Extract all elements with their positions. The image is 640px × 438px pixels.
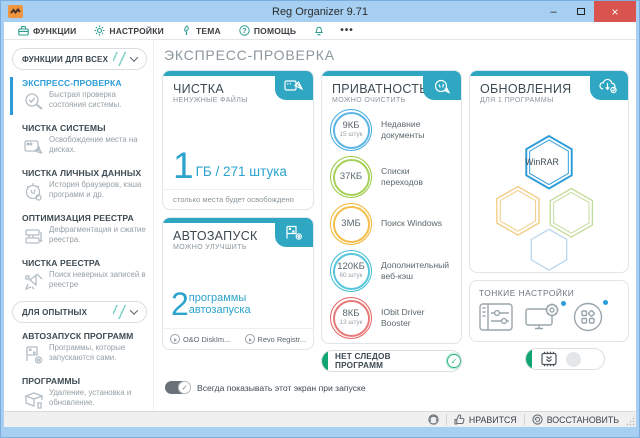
chevron-down-icon <box>130 53 138 61</box>
headset-icon <box>428 414 439 425</box>
menu-settings[interactable]: НАСТРОЙКИ <box>86 22 172 39</box>
menu-functions[interactable]: ФУНКЦИИ <box>10 22 84 39</box>
registry-cleanup-icon <box>22 269 45 293</box>
chevron-down-icon <box>130 306 138 314</box>
updates-card[interactable]: ОБНОВЛЕНИЯ ДЛЯ 1 ПРОГРАММЫ <box>469 70 629 273</box>
chip-download-icon <box>539 351 559 367</box>
updates-hexagons: WinRAR <box>470 104 628 272</box>
app-window: Reg Organizer 9.71 – × ФУНКЦИИ НАСТРОЙКИ… <box>0 0 640 438</box>
tweaks-card[interactable]: ТОНКИЕ НАСТРОЙКИ <box>469 280 629 342</box>
thumb-up-icon <box>454 414 465 425</box>
disabled-indicator <box>566 352 581 367</box>
help-icon: ? <box>239 25 250 36</box>
privacy-badge-icon <box>423 71 461 100</box>
driver-update-pill[interactable] <box>525 348 605 370</box>
privacy-item-windows-search[interactable]: 3МБ Поиск Windows <box>322 203 461 245</box>
updates-badge-icon <box>590 71 628 100</box>
programs-box-icon <box>22 387 45 411</box>
express-check-icon <box>22 89 45 113</box>
minimize-button[interactable]: – <box>540 1 567 22</box>
autorun-badge-icon <box>275 218 313 247</box>
tweak-system-gear-icon[interactable] <box>525 303 561 336</box>
privacy-ring: 37КБ <box>330 156 372 198</box>
system-cleanup-icon <box>22 134 45 158</box>
menu-bar: ФУНКЦИИ НАСТРОЙКИ ТЕМА ? ПОМОЩЬ ••• <box>4 22 636 40</box>
tweak-apps-icon[interactable] <box>573 302 603 337</box>
privacy-card[interactable]: ПРИВАТНОСТЬ МОЖНО ОЧИСТИТЬ 9КБ 15 штук Н… <box>321 70 462 344</box>
autorun-flag-icon <box>22 342 45 366</box>
sidebar-item-system-cleanup[interactable]: ЧИСТКА СИСТЕМЫ Освобождение места на дис… <box>10 121 149 161</box>
startup-toggle[interactable]: ✓ <box>165 381 191 394</box>
briefcase-icon <box>18 26 29 36</box>
notifications-bell[interactable] <box>306 22 332 39</box>
stripes-decoration <box>113 52 126 66</box>
privacy-ring: 3МБ <box>330 203 372 245</box>
cleanup-badge-icon <box>275 71 313 100</box>
privacy-item-iobit[interactable]: 8КБ 13 штук IObit Driver Booster <box>322 297 461 339</box>
like-button[interactable]: НРАВИТСЯ <box>447 412 524 427</box>
play-icon <box>170 334 180 344</box>
registry-optimize-icon <box>22 224 45 248</box>
cleanup-value: 1 ГБ / 271 штука <box>163 104 313 189</box>
resize-grip[interactable] <box>626 417 635 426</box>
page-title: ЭКСПРЕСС-ПРОВЕРКА <box>164 47 629 63</box>
menu-help[interactable]: ? ПОМОЩЬ <box>231 22 304 39</box>
maximize-icon <box>577 8 585 15</box>
sidebar-item-programs[interactable]: ПРОГРАММЫ Удаление, установка и обновлен… <box>10 374 149 411</box>
restore-icon <box>532 414 543 425</box>
notification-dot <box>603 300 608 305</box>
menu-theme[interactable]: ТЕМА <box>174 22 229 39</box>
tweak-sliders-icon[interactable] <box>479 303 513 336</box>
main-content: ЭКСПРЕСС-ПРОВЕРКА ЧИСТКА НЕНУЖНЫЕ ФАЙЛЫ … <box>154 40 636 411</box>
update-app-winrar[interactable]: WinRAR <box>470 157 614 167</box>
private-data-icon <box>22 179 45 203</box>
privacy-item-jump-lists[interactable]: 37КБ Списки переходов <box>322 156 461 198</box>
autorun-app-2[interactable]: Revo Registr... <box>245 334 306 344</box>
privacy-item-web-cache[interactable]: 120КБ 60 штук Дополнительный веб-кэш <box>322 250 461 292</box>
svg-text:?: ? <box>242 28 246 35</box>
gear-icon <box>94 25 105 36</box>
theme-brush-icon <box>182 25 192 36</box>
toggle-check-icon: ✓ <box>178 381 191 394</box>
privacy-item-recent-documents[interactable]: 9КБ 15 штук Недавние документы <box>322 109 461 151</box>
play-icon <box>245 334 255 344</box>
sidebar-group-advanced[interactable]: ДЛЯ ОПЫТНЫХ <box>12 301 147 323</box>
startup-toggle-label: Всегда показывать этот экран при запуске <box>197 383 366 393</box>
title-bar: Reg Organizer 9.71 – × <box>4 1 636 22</box>
close-button[interactable]: × <box>594 1 636 22</box>
maximize-button[interactable] <box>567 1 594 22</box>
sidebar-item-registry-optimize[interactable]: ОПТИМИЗАЦИЯ РЕЕСТРА Дефрагментация и сжа… <box>10 211 149 251</box>
sidebar-item-express-check[interactable]: ЭКСПРЕСС-ПРОВЕРКА Быстрая проверка состо… <box>10 76 149 116</box>
check-icon: ✓ <box>447 354 461 368</box>
autorun-value: 2 программы автозапуска <box>163 251 313 328</box>
privacy-ring: 8КБ 13 штук <box>330 297 372 339</box>
privacy-ring: 120КБ 60 штук <box>330 250 372 292</box>
stripes-decoration <box>113 305 126 319</box>
restore-button[interactable]: ВОССТАНОВИТЬ <box>525 412 626 427</box>
sidebar-item-autorun[interactable]: АВТОЗАПУСК ПРОГРАММ Программы, которые з… <box>10 329 149 369</box>
cleanup-footer: столько места будет освобождено <box>163 189 313 209</box>
sidebar-group-all[interactable]: ФУНКЦИИ ДЛЯ ВСЕХ <box>12 48 147 70</box>
bell-icon <box>314 25 324 36</box>
sidebar-item-registry-cleanup[interactable]: ЧИСТКА РЕЕСТРА Поиск неверных записей в … <box>10 256 149 296</box>
cleanup-card[interactable]: ЧИСТКА НЕНУЖНЫЕ ФАЙЛЫ 1 ГБ / 271 штука с… <box>162 70 314 210</box>
autorun-app-1[interactable]: O&O DiskIm... <box>170 334 230 344</box>
support-button[interactable] <box>421 412 446 427</box>
no-traces-pill[interactable]: НЕТ СЛЕДОВ ПРОГРАММ ✓ <box>321 350 462 372</box>
notification-dot <box>561 301 566 306</box>
menu-more[interactable]: ••• <box>334 25 360 36</box>
sidebar: ФУНКЦИИ ДЛЯ ВСЕХ ЭКСПРЕСС-ПРОВЕРКА Быстр… <box>4 40 154 411</box>
autorun-card[interactable]: АВТОЗАПУСК МОЖНО УЛУЧШИТЬ 2 программы ав… <box>162 217 314 350</box>
sidebar-item-private-data[interactable]: ЧИСТКА ЛИЧНЫХ ДАННЫХ История браузеров, … <box>10 166 149 206</box>
privacy-ring: 9КБ 15 штук <box>330 109 372 151</box>
status-bar: НРАВИТСЯ ВОССТАНОВИТЬ <box>4 411 636 427</box>
